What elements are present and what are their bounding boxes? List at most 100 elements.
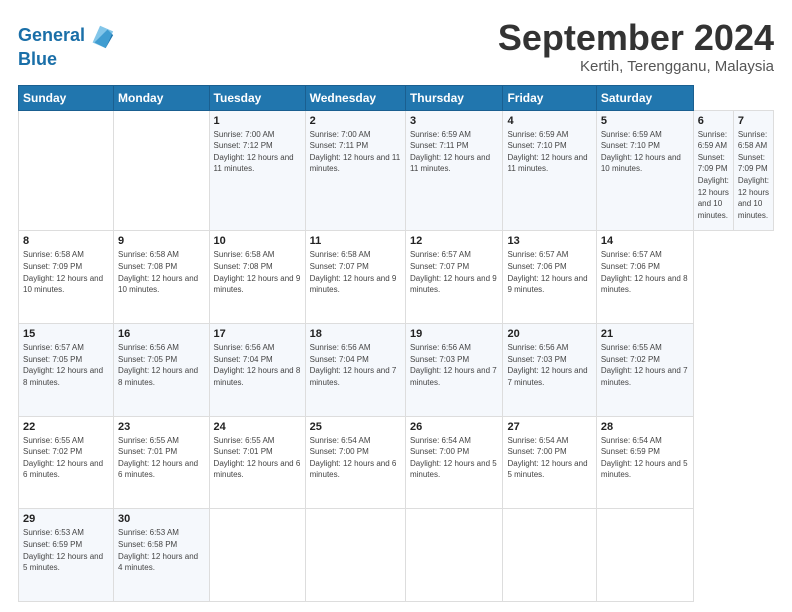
calendar-cell: 24 Sunrise: 6:55 AMSunset: 7:01 PMDayligh… <box>209 416 305 509</box>
header: General Blue September 2024 Kertih, Tere… <box>18 18 774 75</box>
page: General Blue September 2024 Kertih, Tere… <box>0 0 792 612</box>
day-info: Sunrise: 6:57 AMSunset: 7:05 PMDaylight:… <box>23 342 109 388</box>
calendar-week-4: 22 Sunrise: 6:55 AMSunset: 7:02 PMDayligh… <box>19 416 774 509</box>
calendar-week-3: 15 Sunrise: 6:57 AMSunset: 7:05 PMDayligh… <box>19 324 774 417</box>
day-number: 23 <box>118 421 205 433</box>
calendar-cell: 28Sunrise: 6:54 AMSunset: 6:59 PMDayligh… <box>596 416 693 509</box>
calendar-cell: 25Sunrise: 6:54 AMSunset: 7:00 PMDayligh… <box>305 416 405 509</box>
day-number: 6 <box>698 115 729 127</box>
day-number: 28 <box>601 421 689 433</box>
day-number: 30 <box>118 513 205 525</box>
logo-text: General <box>18 26 85 46</box>
day-info: Sunrise: 6:59 AMSunset: 7:11 PMDaylight:… <box>410 129 499 175</box>
day-info: Sunrise: 6:58 AMSunset: 7:07 PMDaylight:… <box>310 249 401 295</box>
day-info: Sunrise: 6:56 AMSunset: 7:05 PMDaylight:… <box>118 342 205 388</box>
day-number: 27 <box>507 421 591 433</box>
day-info: Sunrise: 6:54 AMSunset: 7:00 PMDaylight:… <box>310 435 401 481</box>
calendar-cell <box>19 110 114 231</box>
calendar-cell: 18 Sunrise: 6:56 AMSunset: 7:04 PMDayligh… <box>305 324 405 417</box>
day-number: 20 <box>507 328 591 340</box>
day-info: Sunrise: 6:59 AMSunset: 7:10 PMDaylight:… <box>507 129 591 175</box>
col-header-sunday: Sunday <box>19 85 114 110</box>
day-info: Sunrise: 6:58 AMSunset: 7:08 PMDaylight:… <box>214 249 301 295</box>
calendar-week-2: 8 Sunrise: 6:58 AMSunset: 7:09 PMDaylight… <box>19 231 774 324</box>
day-info: Sunrise: 6:54 AMSunset: 7:00 PMDaylight:… <box>410 435 499 481</box>
day-info: Sunrise: 6:58 AMSunset: 7:08 PMDaylight:… <box>118 249 205 295</box>
day-number: 14 <box>601 235 689 247</box>
day-info: Sunrise: 6:55 AMSunset: 7:01 PMDaylight:… <box>118 435 205 481</box>
col-header-thursday: Thursday <box>405 85 503 110</box>
col-header-wednesday: Wednesday <box>305 85 405 110</box>
day-info: Sunrise: 6:56 AMSunset: 7:04 PMDaylight:… <box>310 342 401 388</box>
calendar-cell: 5 Sunrise: 6:59 AMSunset: 7:10 PMDaylight… <box>596 110 693 231</box>
calendar-cell: 10Sunrise: 6:58 AMSunset: 7:08 PMDayligh… <box>209 231 305 324</box>
calendar-cell: 17 Sunrise: 6:56 AMSunset: 7:04 PMDayligh… <box>209 324 305 417</box>
day-number: 8 <box>23 235 109 247</box>
calendar-cell: 22 Sunrise: 6:55 AMSunset: 7:02 PMDayligh… <box>19 416 114 509</box>
calendar-header: SundayMondayTuesdayWednesdayThursdayFrid… <box>19 85 774 110</box>
col-header-monday: Monday <box>114 85 210 110</box>
day-info: Sunrise: 6:57 AMSunset: 7:06 PMDaylight:… <box>507 249 591 295</box>
day-info: Sunrise: 6:55 AMSunset: 7:02 PMDaylight:… <box>601 342 689 388</box>
day-number: 13 <box>507 235 591 247</box>
col-header-friday: Friday <box>503 85 596 110</box>
calendar-cell: 21Sunrise: 6:55 AMSunset: 7:02 PMDayligh… <box>596 324 693 417</box>
calendar-cell: 11 Sunrise: 6:58 AMSunset: 7:07 PMDayligh… <box>305 231 405 324</box>
day-number: 15 <box>23 328 109 340</box>
calendar-cell: 6Sunrise: 6:59 AMSunset: 7:09 PMDaylight… <box>693 110 733 231</box>
day-info: Sunrise: 6:55 AMSunset: 7:02 PMDaylight:… <box>23 435 109 481</box>
day-info: Sunrise: 6:55 AMSunset: 7:01 PMDaylight:… <box>214 435 301 481</box>
calendar-cell: 2Sunrise: 7:00 AMSunset: 7:11 PMDaylight… <box>305 110 405 231</box>
day-number: 17 <box>214 328 301 340</box>
calendar-cell <box>596 509 693 602</box>
calendar-cell: 8 Sunrise: 6:58 AMSunset: 7:09 PMDaylight… <box>19 231 114 324</box>
calendar-cell: 20 Sunrise: 6:56 AMSunset: 7:03 PMDayligh… <box>503 324 596 417</box>
day-number: 5 <box>601 115 689 127</box>
day-number: 18 <box>310 328 401 340</box>
day-number: 3 <box>410 115 499 127</box>
logo-icon <box>87 22 115 50</box>
day-info: Sunrise: 6:58 AMSunset: 7:09 PMDaylight:… <box>738 129 769 222</box>
col-header-tuesday: Tuesday <box>209 85 305 110</box>
day-info: Sunrise: 6:56 AMSunset: 7:04 PMDaylight:… <box>214 342 301 388</box>
calendar-cell: 14Sunrise: 6:57 AMSunset: 7:06 PMDayligh… <box>596 231 693 324</box>
day-number: 29 <box>23 513 109 525</box>
calendar-cell: 19Sunrise: 6:56 AMSunset: 7:03 PMDayligh… <box>405 324 503 417</box>
calendar-table: SundayMondayTuesdayWednesdayThursdayFrid… <box>18 85 774 602</box>
day-number: 24 <box>214 421 301 433</box>
calendar-cell: 27 Sunrise: 6:54 AMSunset: 7:00 PMDayligh… <box>503 416 596 509</box>
day-info: Sunrise: 6:59 AMSunset: 7:10 PMDaylight:… <box>601 129 689 175</box>
day-info: Sunrise: 6:54 AMSunset: 7:00 PMDaylight:… <box>507 435 591 481</box>
calendar-cell: 13 Sunrise: 6:57 AMSunset: 7:06 PMDayligh… <box>503 231 596 324</box>
calendar-body: 1 Sunrise: 7:00 AMSunset: 7:12 PMDaylight… <box>19 110 774 601</box>
day-info: Sunrise: 6:56 AMSunset: 7:03 PMDaylight:… <box>410 342 499 388</box>
day-number: 9 <box>118 235 205 247</box>
day-number: 22 <box>23 421 109 433</box>
day-number: 2 <box>310 115 401 127</box>
col-header-saturday: Saturday <box>596 85 693 110</box>
day-number: 7 <box>738 115 769 127</box>
day-number: 16 <box>118 328 205 340</box>
calendar-cell <box>503 509 596 602</box>
day-info: Sunrise: 6:56 AMSunset: 7:03 PMDaylight:… <box>507 342 591 388</box>
calendar-cell <box>405 509 503 602</box>
calendar-cell: 30Sunrise: 6:53 AMSunset: 6:58 PMDayligh… <box>114 509 210 602</box>
calendar-cell: 29Sunrise: 6:53 AMSunset: 6:59 PMDayligh… <box>19 509 114 602</box>
calendar-cell: 7 Sunrise: 6:58 AMSunset: 7:09 PMDaylight… <box>733 110 773 231</box>
calendar-cell <box>209 509 305 602</box>
day-number: 4 <box>507 115 591 127</box>
calendar-week-5: 29Sunrise: 6:53 AMSunset: 6:59 PMDayligh… <box>19 509 774 602</box>
calendar-cell: 23 Sunrise: 6:55 AMSunset: 7:01 PMDayligh… <box>114 416 210 509</box>
calendar-cell: 15 Sunrise: 6:57 AMSunset: 7:05 PMDayligh… <box>19 324 114 417</box>
day-info: Sunrise: 6:58 AMSunset: 7:09 PMDaylight:… <box>23 249 109 295</box>
title-block: September 2024 Kertih, Terengganu, Malay… <box>498 18 774 75</box>
day-number: 26 <box>410 421 499 433</box>
calendar-cell: 3 Sunrise: 6:59 AMSunset: 7:11 PMDaylight… <box>405 110 503 231</box>
day-info: Sunrise: 6:57 AMSunset: 7:07 PMDaylight:… <box>410 249 499 295</box>
calendar-cell: 9 Sunrise: 6:58 AMSunset: 7:08 PMDaylight… <box>114 231 210 324</box>
location: Kertih, Terengganu, Malaysia <box>498 58 774 75</box>
calendar-week-1: 1 Sunrise: 7:00 AMSunset: 7:12 PMDaylight… <box>19 110 774 231</box>
day-number: 11 <box>310 235 401 247</box>
day-info: Sunrise: 7:00 AMSunset: 7:12 PMDaylight:… <box>214 129 301 175</box>
day-number: 1 <box>214 115 301 127</box>
